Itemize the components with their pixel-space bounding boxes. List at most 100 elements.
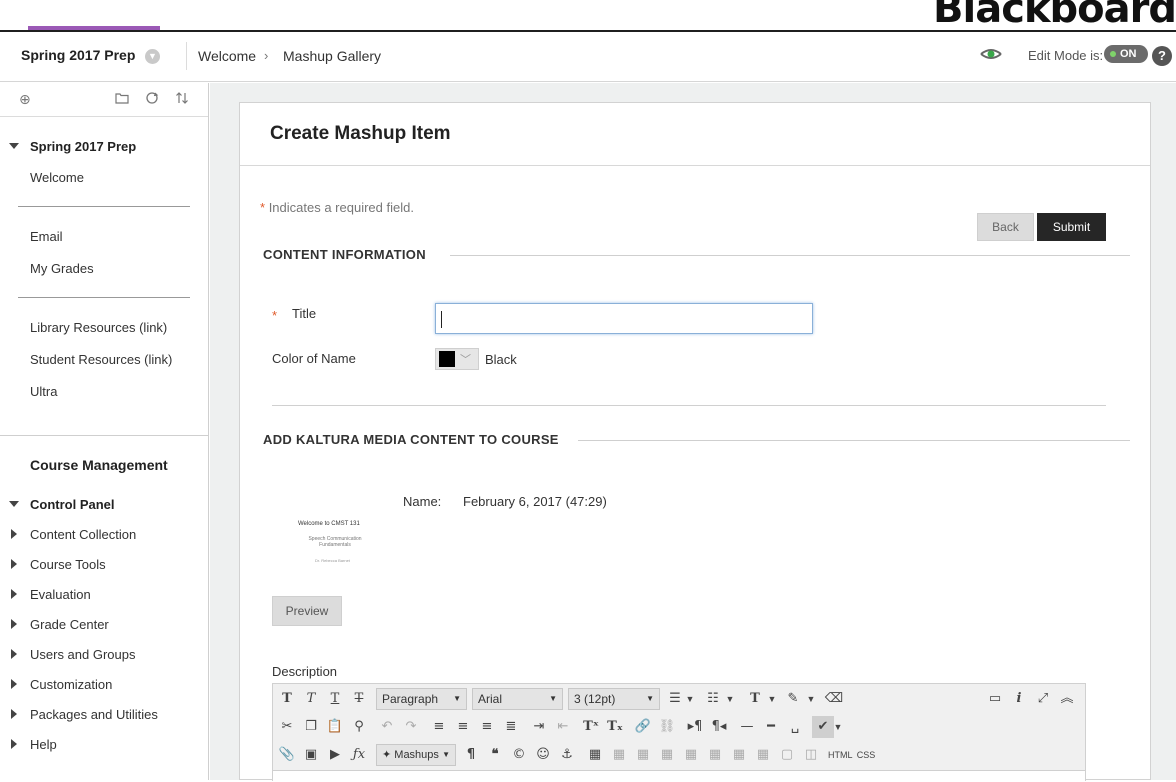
bullet-list-icon[interactable]: ☰ — [664, 688, 686, 710]
outdent-icon[interactable]: ⇤ — [552, 716, 574, 738]
sidebar-item-welcome[interactable]: Welcome — [30, 170, 84, 185]
insert-col-after-icon[interactable]: ▦ — [752, 744, 774, 766]
ltr-icon[interactable]: ▸¶ — [684, 716, 706, 738]
undo-icon[interactable]: ↶ — [376, 716, 398, 738]
sidebar-item-my-grades[interactable]: My Grades — [30, 261, 94, 276]
link-icon[interactable]: 🔗 — [632, 716, 654, 738]
table-row-props-icon[interactable]: ▦ — [608, 744, 630, 766]
text-color-icon[interactable]: T — [744, 688, 766, 710]
sidebar-item-ultra[interactable]: Ultra — [30, 384, 57, 399]
description-text-area[interactable] — [273, 770, 1085, 782]
sidebar-item-student-resources[interactable]: Student Resources (link) — [30, 352, 172, 367]
expand-arrow-icon[interactable] — [11, 739, 17, 749]
course-name[interactable]: Spring 2017 Prep — [21, 47, 135, 63]
attach-file-icon[interactable]: 📎 — [276, 744, 298, 766]
horizontal-rule-icon[interactable]: — — [736, 716, 758, 738]
paragraph-mark-icon[interactable]: ¶ — [460, 744, 482, 766]
expand-arrow-icon[interactable] — [11, 529, 17, 539]
cp-item-users-and-groups[interactable]: Users and Groups — [30, 647, 136, 662]
unlink-icon[interactable]: ⛓ — [656, 716, 678, 738]
subscript-icon[interactable]: Tₓ — [604, 716, 626, 738]
insert-row-before-icon[interactable]: ▦ — [656, 744, 678, 766]
cp-item-course-tools[interactable]: Course Tools — [30, 557, 106, 572]
chevron-down-icon[interactable]: ▼ — [684, 688, 696, 710]
align-left-icon[interactable]: ≡ — [428, 716, 450, 738]
expand-arrow-icon[interactable] — [11, 559, 17, 569]
collapse-arrow-icon[interactable] — [9, 501, 19, 507]
rtl-icon[interactable]: ¶◂ — [708, 716, 730, 738]
breadcrumb-welcome[interactable]: Welcome — [198, 48, 256, 64]
thick-rule-icon[interactable]: ━ — [760, 716, 782, 738]
add-menu-item-icon[interactable]: ⊕ — [19, 91, 31, 108]
expand-arrow-icon[interactable] — [11, 589, 17, 599]
align-justify-icon[interactable]: ≣ — [500, 716, 522, 738]
cp-item-help[interactable]: Help — [30, 737, 57, 752]
cut-icon[interactable]: ✂ — [276, 716, 298, 738]
html-source-icon[interactable]: HTML — [828, 744, 853, 766]
refresh-icon[interactable] — [145, 91, 159, 108]
insert-row-after-icon[interactable]: ▦ — [680, 744, 702, 766]
highlight-icon[interactable]: ✎ — [782, 688, 804, 710]
cp-item-content-collection[interactable]: Content Collection — [30, 527, 136, 542]
underline-icon[interactable]: T — [324, 688, 346, 710]
eraser-icon[interactable]: ⌫ — [823, 688, 845, 710]
superscript-icon[interactable]: Tˣ — [580, 716, 602, 738]
collapse-arrow-icon[interactable] — [9, 143, 19, 149]
insert-media-icon[interactable]: ▶ — [324, 744, 346, 766]
font-family-select[interactable]: Arial ▼ — [472, 688, 563, 710]
bold-icon[interactable]: T — [276, 688, 298, 710]
help-icon[interactable]: ? — [1152, 46, 1172, 66]
copy-icon[interactable]: ❐ — [300, 716, 322, 738]
math-formula-icon[interactable]: ƒx — [348, 744, 370, 766]
paragraph-format-select[interactable]: Paragraph ▼ — [376, 688, 467, 710]
blockquote-icon[interactable]: ❝ — [484, 744, 506, 766]
mashups-select[interactable]: ✦ Mashups ▼ — [376, 744, 456, 766]
course-menu-chevron-icon[interactable]: ▼ — [145, 49, 160, 64]
preview-screen-icon[interactable]: ▭ — [984, 688, 1006, 710]
paste-icon[interactable]: 📋 — [324, 716, 346, 738]
expand-arrow-icon[interactable] — [11, 619, 17, 629]
nonbreaking-space-icon[interactable]: ␣ — [784, 716, 806, 738]
chevron-down-icon[interactable]: ▼ — [805, 688, 817, 710]
insert-table-icon[interactable]: ▦ — [584, 744, 606, 766]
expand-arrow-icon[interactable] — [11, 649, 17, 659]
cp-item-grade-center[interactable]: Grade Center — [30, 617, 109, 632]
anchor-icon[interactable]: ⚓ — [556, 744, 578, 766]
split-cells-icon[interactable]: ◫ — [800, 744, 822, 766]
sidebar-item-library-resources[interactable]: Library Resources (link) — [30, 320, 167, 335]
align-right-icon[interactable]: ≡ — [476, 716, 498, 738]
find-icon[interactable]: ⚲ — [348, 716, 370, 738]
folder-view-icon[interactable] — [115, 91, 129, 107]
delete-row-icon[interactable]: ▦ — [704, 744, 726, 766]
emoticon-icon[interactable]: ☺ — [532, 744, 554, 766]
css-icon[interactable]: CSS — [854, 744, 878, 766]
reorder-icon[interactable] — [175, 91, 189, 108]
italic-icon[interactable]: T — [300, 688, 322, 710]
sidebar-item-email[interactable]: Email — [30, 229, 63, 244]
insert-image-icon[interactable]: ▣ — [300, 744, 322, 766]
expand-arrow-icon[interactable] — [11, 709, 17, 719]
submit-button[interactable]: Submit — [1037, 213, 1106, 241]
collapse-toolbar-icon[interactable]: ︽ — [1056, 688, 1078, 710]
back-button[interactable]: Back — [977, 213, 1034, 241]
title-input[interactable] — [435, 303, 813, 334]
color-picker[interactable]: ﹀ — [435, 348, 479, 370]
edit-mode-toggle[interactable]: ON — [1104, 45, 1148, 63]
strikethrough-icon[interactable]: T — [348, 688, 370, 710]
indent-icon[interactable]: ⇥ — [528, 716, 550, 738]
course-menu-title[interactable]: Spring 2017 Prep — [30, 139, 136, 154]
delete-col-icon[interactable]: ▢ — [776, 744, 798, 766]
fullscreen-icon[interactable]: ⤢ — [1032, 688, 1054, 710]
preview-button[interactable]: Preview — [272, 596, 342, 626]
cp-item-customization[interactable]: Customization — [30, 677, 112, 692]
info-icon[interactable]: i — [1008, 688, 1030, 710]
control-panel-heading[interactable]: Control Panel — [30, 497, 115, 512]
insert-col-before-icon[interactable]: ▦ — [728, 744, 750, 766]
align-center-icon[interactable]: ≡ — [452, 716, 474, 738]
redo-icon[interactable]: ↷ — [400, 716, 422, 738]
table-cell-props-icon[interactable]: ▦ — [632, 744, 654, 766]
chevron-down-icon[interactable]: ▼ — [766, 688, 778, 710]
chevron-down-icon[interactable]: ▼ — [832, 716, 844, 738]
expand-arrow-icon[interactable] — [11, 679, 17, 689]
cp-item-evaluation[interactable]: Evaluation — [30, 587, 91, 602]
